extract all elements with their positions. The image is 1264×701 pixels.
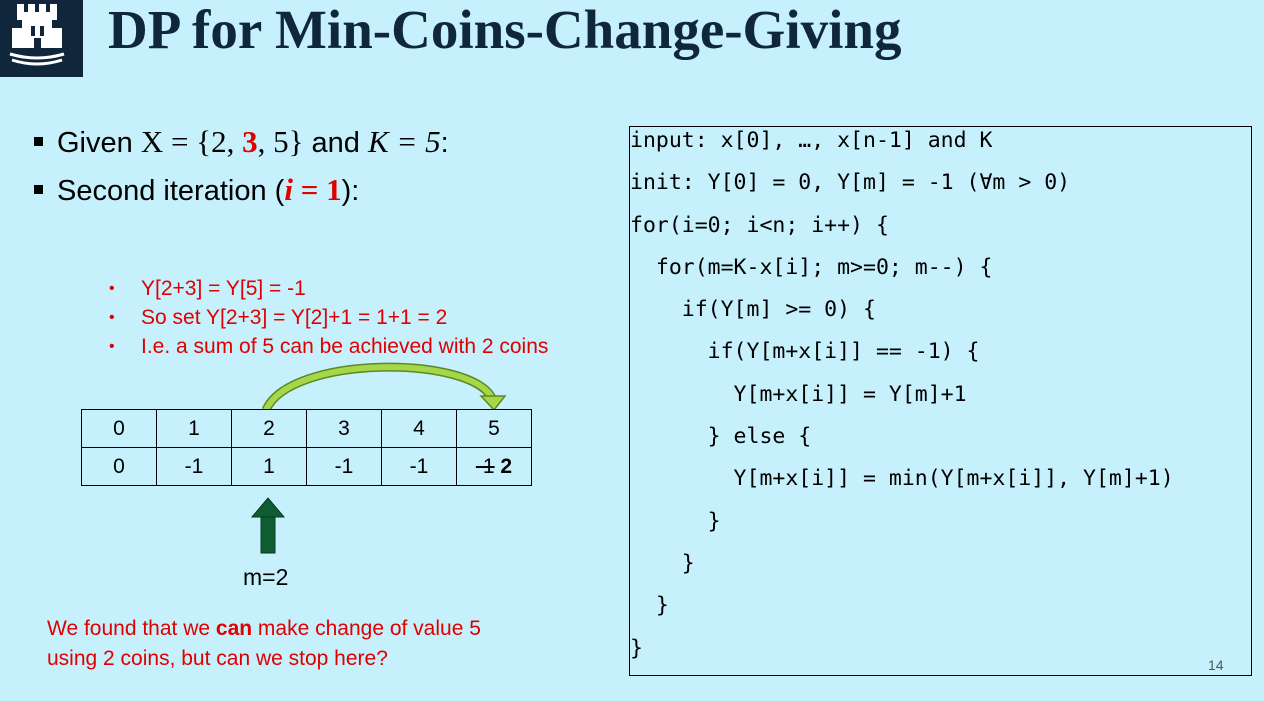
code-line: } xyxy=(630,508,721,534)
index-cell: 5 xyxy=(456,409,532,448)
page-number: 14 xyxy=(1208,657,1224,673)
updated-value-cell: -1 2 xyxy=(456,447,532,486)
index-cell: 2 xyxy=(231,409,307,448)
code-line: input: x[0], …, x[n-1] and K xyxy=(630,128,993,153)
code-line: } xyxy=(630,593,669,619)
code-line: Y[m+x[i]] = min(Y[m+x[i]], Y[m]+1) xyxy=(630,466,1174,492)
value-cell: -1 xyxy=(381,447,457,486)
note-line-2: using 2 coins, but can we stop here? xyxy=(47,647,388,670)
note-line-1: We found that we can make change of valu… xyxy=(47,617,481,640)
index-cell: 4 xyxy=(381,409,457,448)
code-line: if(Y[m] >= 0) { xyxy=(630,297,876,323)
index-cell: 1 xyxy=(156,409,232,448)
code-line: init: Y[0] = 0, Y[m] = -1 (∀m > 0) xyxy=(630,170,1071,196)
code-line: for(m=K-x[i]; m>=0; m--) { xyxy=(630,254,993,280)
value-row: 0 -1 1 -1 -1 -1 2 xyxy=(81,447,532,486)
conclusion-note: We found that we can make change of valu… xyxy=(47,614,481,674)
value-cell: 0 xyxy=(81,447,157,486)
up-arrow-icon xyxy=(250,497,286,554)
value-cell: -1 xyxy=(156,447,232,486)
pseudocode: input: x[0], …, x[n-1] and K init: Y[0] … xyxy=(630,120,1174,670)
code-line: if(Y[m+x[i]] == -1) { xyxy=(630,339,980,365)
code-line: for(i=0; i<n; i++) { xyxy=(630,212,889,238)
code-line: } xyxy=(630,635,643,661)
index-row: 0 1 2 3 4 5 xyxy=(81,409,532,448)
index-cell: 0 xyxy=(81,409,157,448)
value-cell: 1 xyxy=(231,447,307,486)
code-line: } xyxy=(630,550,695,576)
code-line: Y[m+x[i]] = Y[m]+1 xyxy=(630,381,967,407)
pseudocode-box: input: x[0], …, x[n-1] and K init: Y[0] … xyxy=(629,126,1252,676)
curved-arrow-head xyxy=(479,395,507,412)
new-value: 2 xyxy=(500,454,513,478)
dp-array-table: 0 1 2 3 4 5 0 -1 1 -1 -1 -1 2 xyxy=(81,409,532,486)
old-value: -1 xyxy=(475,454,495,478)
value-cell: -1 xyxy=(306,447,382,486)
index-cell: 3 xyxy=(306,409,382,448)
code-line: } else { xyxy=(630,424,812,450)
pointer-label: m=2 xyxy=(243,564,289,590)
